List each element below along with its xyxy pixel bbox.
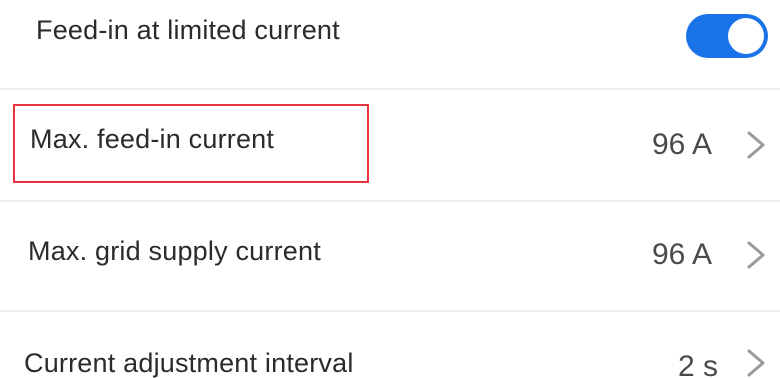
chevron-right-icon — [747, 349, 765, 377]
setting-label-current-adjustment-interval: Current adjustment interval — [24, 348, 354, 378]
setting-label-max-grid-supply-current: Max. grid supply current — [28, 236, 321, 266]
chevron-right-icon — [747, 131, 765, 159]
feed-in-limited-toggle[interactable] — [686, 14, 768, 58]
toggle-knob — [728, 18, 764, 54]
setting-row-max-grid-supply-current[interactable]: Max. grid supply current 96 A — [0, 202, 780, 310]
chevron-right-icon — [747, 241, 765, 269]
highlight-box — [13, 104, 369, 183]
setting-row-current-adjustment-interval[interactable]: Current adjustment interval 2 s — [0, 312, 780, 378]
setting-value-max-grid-supply-current: 96 A — [652, 238, 713, 271]
setting-value-current-adjustment-interval: 2 s — [678, 350, 719, 378]
settings-screen: Feed-in at limited current Max. feed-in … — [0, 0, 780, 378]
setting-value-max-feed-in-current: 96 A — [652, 128, 713, 161]
setting-label-feed-in-limited: Feed-in at limited current — [36, 15, 340, 45]
setting-row-feed-in-limited: Feed-in at limited current — [0, 0, 780, 88]
